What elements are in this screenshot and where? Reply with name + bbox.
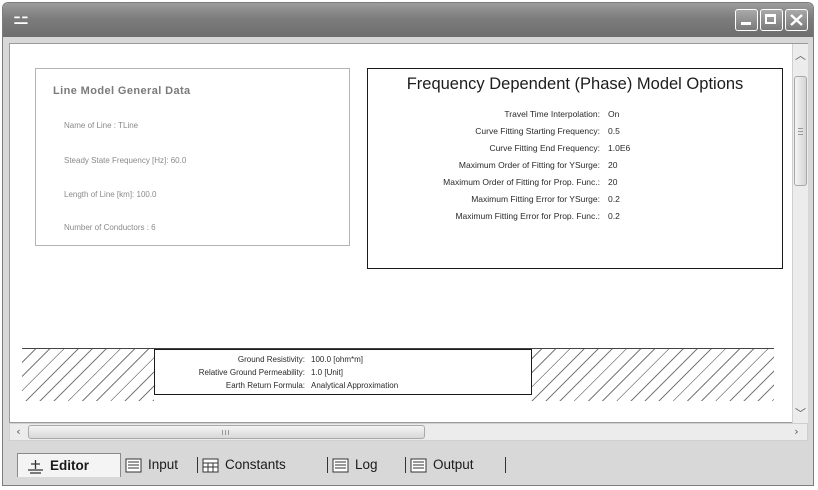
fd-option-value: On (608, 109, 620, 119)
fd-option-value: 0.2 (608, 211, 620, 221)
ground-data-label: Earth Return Formula: (225, 381, 305, 390)
ground-data-row: Relative Ground Permeability: 1.0 [Unit] (155, 368, 531, 379)
antenna-icon[interactable]: ⚍ (11, 9, 31, 29)
conductor-count-field: Number of Conductors : 6 (64, 223, 156, 232)
ground-section: Ground Resistivity: 100.0 [ohm*m] Relati… (22, 348, 774, 401)
ground-data-box[interactable]: Ground Resistivity: 100.0 [ohm*m] Relati… (154, 349, 532, 395)
scroll-down-icon[interactable]: ﹀ (793, 406, 808, 421)
ground-hatch-left (22, 349, 154, 401)
grip-line (222, 430, 223, 435)
ground-data-value: 1.0 [Unit] (311, 368, 344, 377)
tab-input[interactable]: Input (125, 453, 178, 477)
tab-label: Constants (225, 457, 286, 472)
fd-option-row: Maximum Fitting Error for YSurge: 0.2 (368, 194, 782, 206)
fd-option-row: Maximum Order of Fitting for Prop. Func.… (368, 177, 782, 189)
fd-options-title: Frequency Dependent (Phase) Model Option… (406, 75, 744, 93)
vertical-scroll-thumb[interactable] (794, 76, 807, 186)
minimize-button[interactable] (735, 9, 758, 31)
ground-data-label: Relative Ground Permeability: (198, 368, 305, 377)
grip-line (798, 131, 803, 132)
fd-option-label: Maximum Fitting Error for Prop. Func.: (455, 211, 600, 221)
grip-line (225, 430, 226, 435)
tab-constants[interactable]: Constants (202, 453, 286, 477)
document-icon (332, 458, 349, 473)
line-length-field: Length of Line [km]: 100.0 (64, 190, 157, 199)
ground-data-value: 100.0 [ohm*m] (311, 355, 364, 364)
line-model-general-panel[interactable]: Line Model General Data Name of Line : T… (35, 68, 350, 246)
grip-line (228, 430, 229, 435)
tab-label: Output (433, 457, 474, 472)
line-model-title: Line Model General Data (53, 85, 191, 97)
antenna-icon (28, 459, 43, 474)
document-icon (125, 458, 142, 473)
editor-canvas[interactable]: Line Model General Data Name of Line : T… (9, 43, 808, 423)
fd-option-label: Maximum Order of Fitting for Prop. Func.… (443, 177, 600, 187)
document-icon (410, 458, 427, 473)
horizontal-scroll-thumb[interactable] (28, 425, 425, 439)
fd-option-value: 20 (608, 160, 618, 170)
steady-state-frequency-field: Steady State Frequency [Hz]: 60.0 (64, 156, 187, 165)
ground-data-label: Ground Resistivity: (237, 355, 305, 364)
tab-separator (505, 457, 506, 473)
fd-option-value: 1.0E6 (608, 143, 631, 153)
scroll-right-icon[interactable]: › (789, 424, 804, 439)
maximize-button[interactable] (760, 9, 783, 31)
fd-option-label: Curve Fitting End Frequency: (489, 143, 600, 153)
grip-line (798, 134, 803, 135)
tab-label: Editor (50, 458, 89, 473)
fd-option-label: Curve Fitting Starting Frequency: (475, 126, 600, 136)
ground-data-value: Analytical Approximation (311, 381, 399, 390)
fd-option-row: Maximum Order of Fitting for YSurge: 20 (368, 160, 782, 172)
tab-label: Input (148, 457, 179, 472)
grip-line (798, 128, 803, 129)
tab-log[interactable]: Log (332, 453, 378, 477)
ground-data-row: Earth Return Formula: Analytical Approxi… (155, 381, 531, 392)
horizontal-scrollbar[interactable]: ‹ › (9, 423, 808, 441)
close-button[interactable] (785, 9, 808, 31)
fd-option-value: 20 (608, 177, 618, 187)
tab-label: Log (355, 457, 378, 472)
table-icon (202, 458, 219, 473)
main-window: ⚍ Line Model General Data Name of Line :… (2, 2, 814, 486)
maximize-icon (765, 14, 776, 24)
fd-option-label: Maximum Fitting Error for YSurge: (471, 194, 600, 204)
vertical-scrollbar[interactable]: ︿ ﹀ (792, 44, 808, 423)
ground-data-row: Ground Resistivity: 100.0 [ohm*m] (155, 355, 531, 366)
fd-option-label: Travel Time Interpolation: (504, 109, 600, 119)
fd-option-row: Travel Time Interpolation: On (368, 109, 782, 121)
ground-hatch-right (528, 349, 774, 401)
scroll-left-icon[interactable]: ‹ (11, 424, 26, 439)
tab-separator (405, 457, 406, 473)
fd-model-options-panel[interactable]: Frequency Dependent (Phase) Model Option… (367, 68, 783, 269)
fd-option-row: Curve Fitting Starting Frequency: 0.5 (368, 126, 782, 138)
tab-editor[interactable]: Editor (17, 453, 121, 477)
tab-separator (327, 457, 328, 473)
close-icon (790, 14, 803, 26)
fd-option-value: 0.2 (608, 194, 620, 204)
tab-separator (197, 457, 198, 473)
minimize-icon (741, 22, 751, 25)
line-name-field: Name of Line : TLine (64, 121, 139, 130)
tab-output[interactable]: Output (410, 453, 474, 477)
fd-option-label: Maximum Order of Fitting for YSurge: (458, 160, 600, 170)
fd-option-row: Maximum Fitting Error for Prop. Func.: 0… (368, 211, 782, 223)
bottom-tab-bar: Editor Input Constants Log Output (9, 447, 808, 481)
title-bar[interactable]: ⚍ (3, 3, 813, 37)
fd-option-value: 0.5 (608, 126, 620, 136)
scroll-up-icon[interactable]: ︿ (793, 48, 808, 63)
fd-option-row: Curve Fitting End Frequency: 1.0E6 (368, 143, 782, 155)
